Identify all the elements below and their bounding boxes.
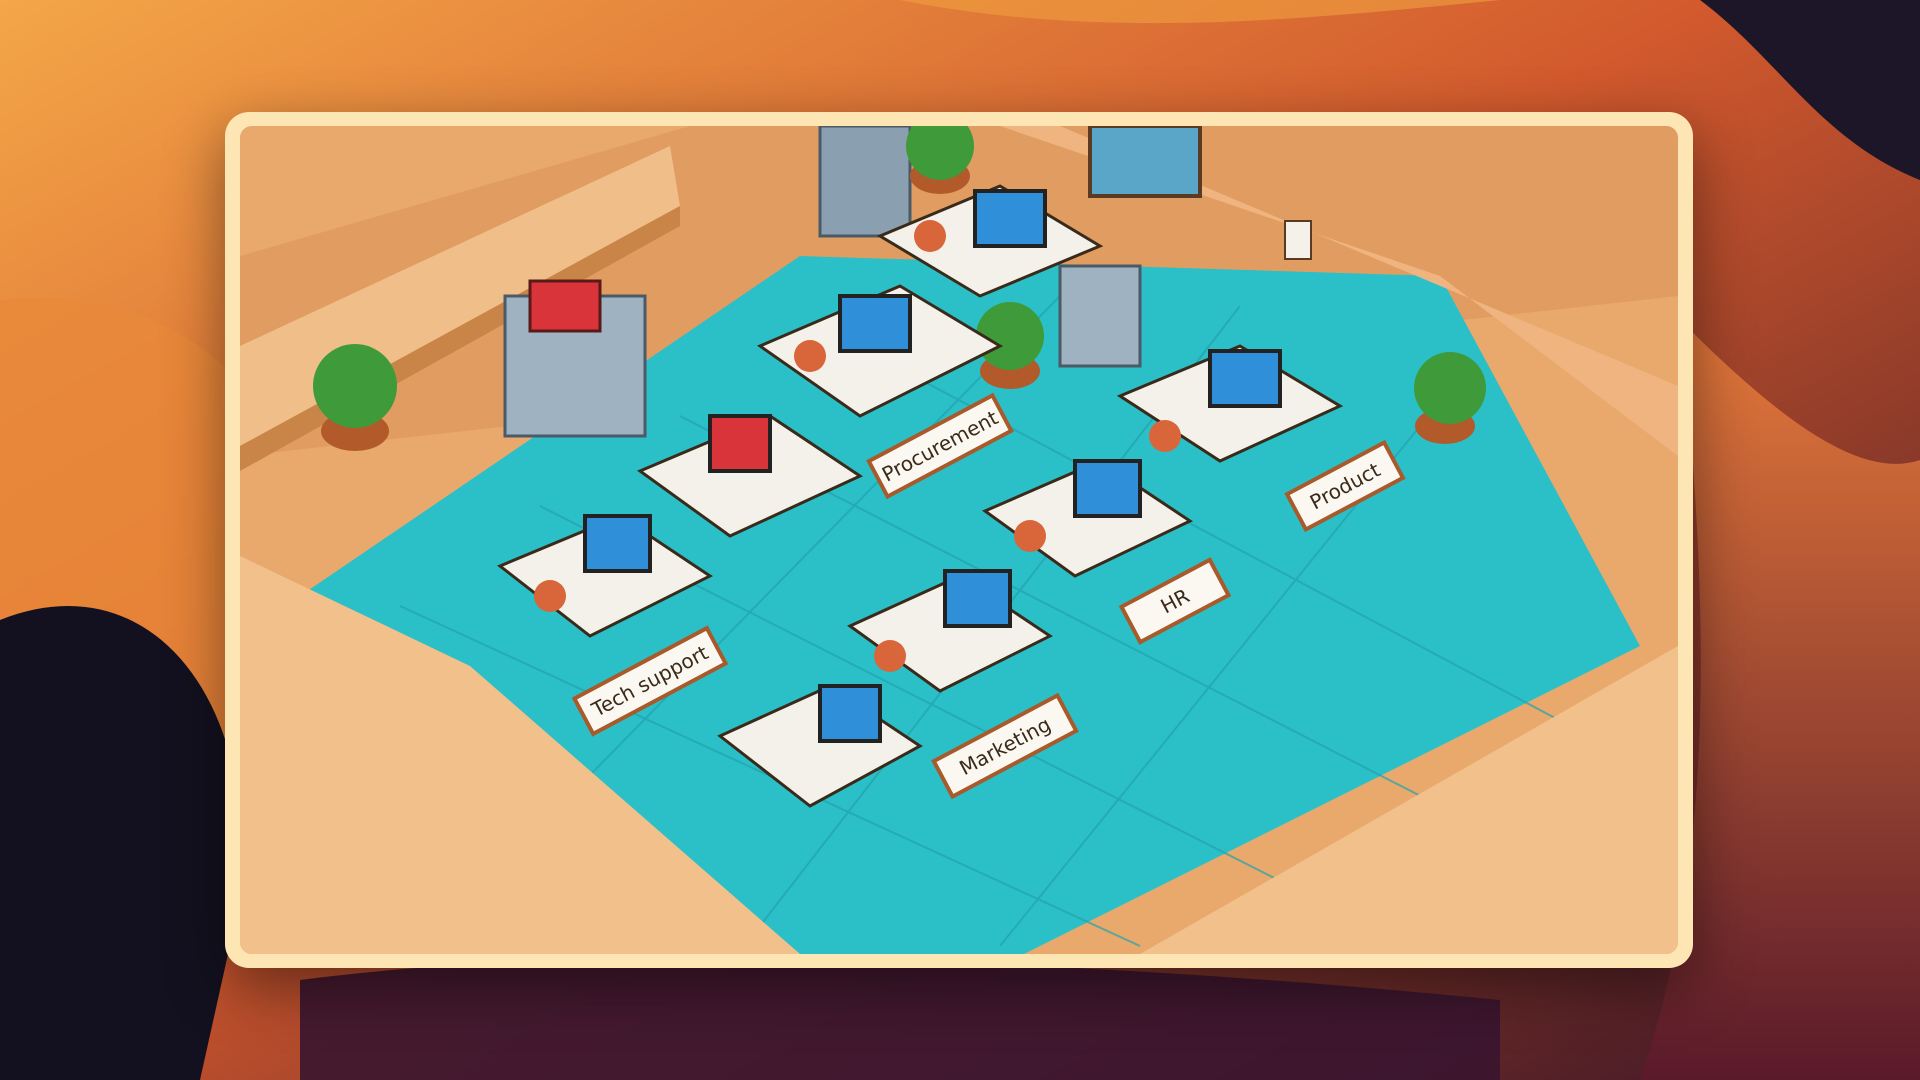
- plant: [313, 344, 397, 451]
- red-box: [528, 279, 602, 333]
- filing-cabinet-right: [1058, 264, 1142, 368]
- wall-map: [1088, 126, 1202, 198]
- wall-note: [1284, 220, 1312, 260]
- filing-cabinet: [818, 126, 912, 238]
- plant: [906, 126, 974, 194]
- image-frame: Procurement Product HR Tech support Mark…: [225, 112, 1693, 968]
- office-illustration: Procurement Product HR Tech support Mark…: [240, 126, 1678, 954]
- office-scene: Procurement Product HR Tech support Mark…: [240, 126, 1678, 954]
